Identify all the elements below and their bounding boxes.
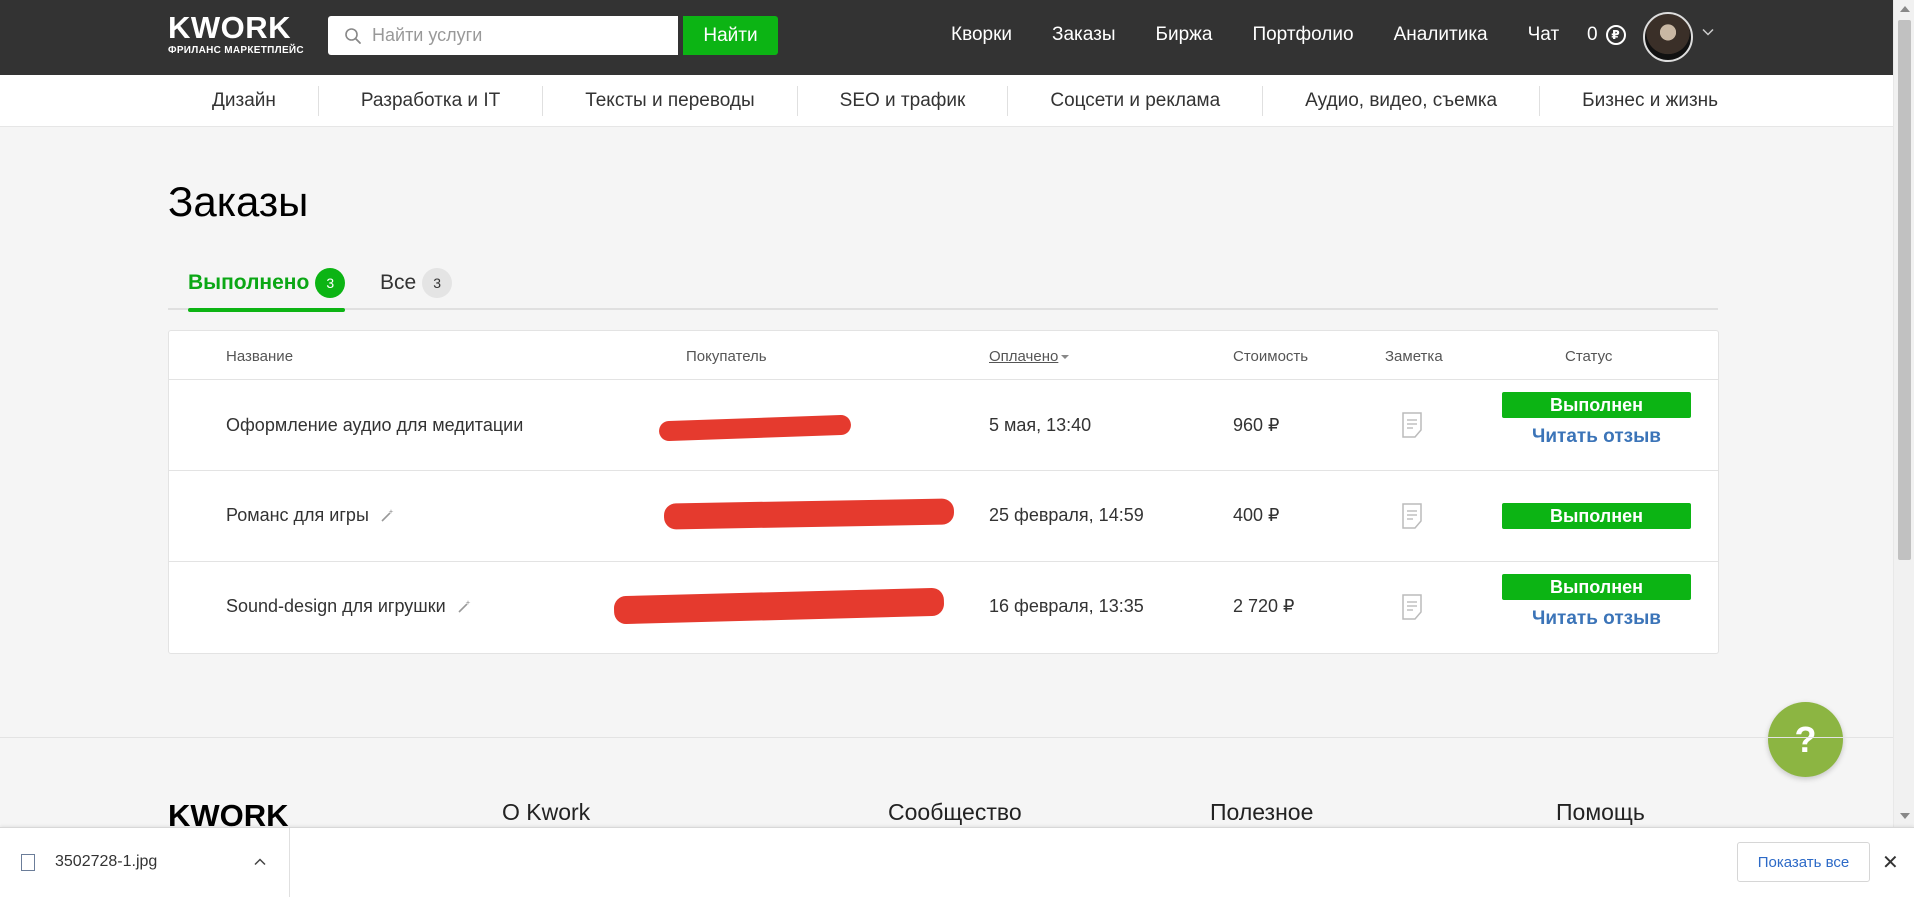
status-badge: Выполнен — [1502, 503, 1691, 529]
sort-down-icon — [1061, 355, 1070, 360]
magic-wand-icon — [381, 509, 394, 522]
note-icon[interactable] — [1401, 412, 1423, 438]
chevron-down-icon[interactable] — [1702, 26, 1714, 38]
download-item[interactable]: 3502728-1.jpg — [0, 828, 290, 897]
balance[interactable]: 0 ₽ — [1587, 24, 1626, 46]
show-all-button[interactable]: Показать все — [1737, 842, 1870, 882]
category-texts[interactable]: Тексты и переводы — [543, 86, 798, 116]
page-title: Заказы — [168, 178, 309, 225]
nav-analytics[interactable]: Аналитика — [1394, 24, 1488, 46]
search-input[interactable] — [372, 25, 672, 46]
table-row[interactable]: Sound-design для игрушки 16 февраля, 13:… — [169, 562, 1718, 653]
order-tabs: Выполнено 3 Все 3 — [168, 265, 1718, 312]
status-badge: Выполнен — [1502, 392, 1691, 418]
ruble-icon: ₽ — [1605, 25, 1626, 45]
read-review-link[interactable]: Читать отзыв — [1502, 426, 1691, 448]
order-name[interactable]: Романс для игры — [226, 505, 395, 526]
download-bar: 3502728-1.jpg Показать все ✕ — [0, 827, 1914, 897]
order-name-text: Романс для игры — [226, 505, 369, 525]
page-scrollbar[interactable] — [1893, 0, 1914, 827]
tab-all-label: Все — [380, 271, 417, 294]
search-icon — [345, 27, 361, 44]
column-paid-label: Оплачено — [989, 348, 1059, 365]
category-seo[interactable]: SEO и трафик — [798, 86, 1009, 116]
column-paid[interactable]: Оплачено — [989, 348, 1070, 365]
redacted-buyer — [613, 587, 945, 625]
order-cost: 400 ₽ — [1233, 505, 1280, 525]
tab-completed[interactable]: Выполнено 3 — [188, 265, 346, 312]
category-development[interactable]: Разработка и IT — [319, 86, 544, 116]
balance-amount: 0 — [1587, 24, 1598, 45]
footer-divider — [0, 737, 1893, 738]
note-icon[interactable] — [1401, 594, 1423, 620]
tab-completed-count: 3 — [315, 268, 346, 298]
order-date: 25 февраля, 14:59 — [989, 505, 1144, 525]
order-name[interactable]: Sound-design для игрушки — [226, 596, 472, 617]
nav-portfolio[interactable]: Портфолио — [1252, 24, 1353, 46]
scroll-up-icon[interactable] — [1900, 6, 1910, 12]
column-status: Статус — [1565, 348, 1613, 365]
nav-orders[interactable]: Заказы — [1052, 24, 1116, 46]
nav-kworks[interactable]: Кворки — [951, 24, 1012, 46]
column-name: Название — [226, 348, 294, 365]
nav-chat[interactable]: Чат — [1528, 24, 1560, 46]
search-box — [328, 16, 678, 55]
scroll-down-icon[interactable] — [1900, 813, 1910, 819]
search-button[interactable]: Найти — [683, 16, 778, 55]
redacted-buyer — [663, 498, 955, 530]
category-list: Дизайн Разработка и IT Тексты и переводы… — [170, 75, 1760, 127]
table-row[interactable]: Романс для игры 25 февраля, 14:59 400 ₽ … — [169, 471, 1718, 562]
note-icon[interactable] — [1401, 503, 1423, 529]
logo-tagline: ФРИЛАНС МАРКЕТПЛЕЙС — [168, 45, 304, 56]
order-cost: 960 ₽ — [1233, 415, 1280, 435]
category-audio-video[interactable]: Аудио, видео, съемка — [1263, 86, 1541, 116]
footer-help: Помощь — [1556, 799, 1645, 825]
image-file-icon — [21, 854, 35, 871]
column-cost: Стоимость — [1233, 348, 1309, 365]
main-nav: Кворки Заказы Биржа Портфолио Аналитика … — [951, 24, 1599, 46]
order-name[interactable]: Оформление аудио для медитации — [226, 415, 523, 436]
order-name-text: Sound-design для игрушки — [226, 596, 446, 616]
tab-all-count: 3 — [422, 268, 453, 298]
nav-exchange[interactable]: Биржа — [1156, 24, 1213, 46]
scroll-thumb[interactable] — [1898, 20, 1911, 560]
order-date: 5 мая, 13:40 — [989, 415, 1092, 435]
order-cost: 2 720 ₽ — [1233, 596, 1295, 616]
category-design[interactable]: Дизайн — [170, 86, 319, 116]
download-file-name: 3502728-1.jpg — [55, 853, 158, 870]
top-header: KWORK ФРИЛАНС МАРКЕТПЛЕЙС Найти Кворки З… — [0, 0, 1893, 75]
tab-completed-label: Выполнено — [188, 271, 310, 294]
magic-wand-icon — [458, 600, 471, 613]
redacted-buyer — [658, 414, 852, 442]
column-note: Заметка — [1385, 348, 1443, 365]
help-button[interactable]: ? — [1768, 702, 1843, 777]
tab-all[interactable]: Все 3 — [380, 265, 453, 301]
category-social[interactable]: Соцсети и реклама — [1008, 86, 1264, 116]
category-bar: Дизайн Разработка и IT Тексты и переводы… — [0, 75, 1893, 127]
logo-wordmark: KWORK — [168, 10, 292, 45]
footer-useful: Полезное — [1210, 799, 1314, 825]
close-icon[interactable]: ✕ — [1882, 853, 1899, 873]
footer-community: Сообщество — [888, 799, 1022, 825]
order-date: 16 февраля, 13:35 — [989, 596, 1144, 616]
kwork-logo[interactable]: KWORK ФРИЛАНС МАРКЕТПЛЕЙС — [168, 10, 304, 56]
orders-table: Название Покупатель Оплачено Стоимость З… — [168, 330, 1719, 654]
table-row[interactable]: Оформление аудио для медитации 5 мая, 13… — [169, 380, 1718, 471]
footer-about: О Kwork — [502, 799, 591, 825]
category-business[interactable]: Бизнес и жизнь — [1540, 86, 1760, 116]
table-header: Название Покупатель Оплачено Стоимость З… — [169, 331, 1718, 380]
status-badge: Выполнен — [1502, 574, 1691, 600]
avatar[interactable] — [1643, 12, 1693, 62]
column-buyer: Покупатель — [686, 348, 767, 365]
read-review-link[interactable]: Читать отзыв — [1502, 608, 1691, 630]
chevron-up-icon[interactable] — [254, 856, 266, 868]
